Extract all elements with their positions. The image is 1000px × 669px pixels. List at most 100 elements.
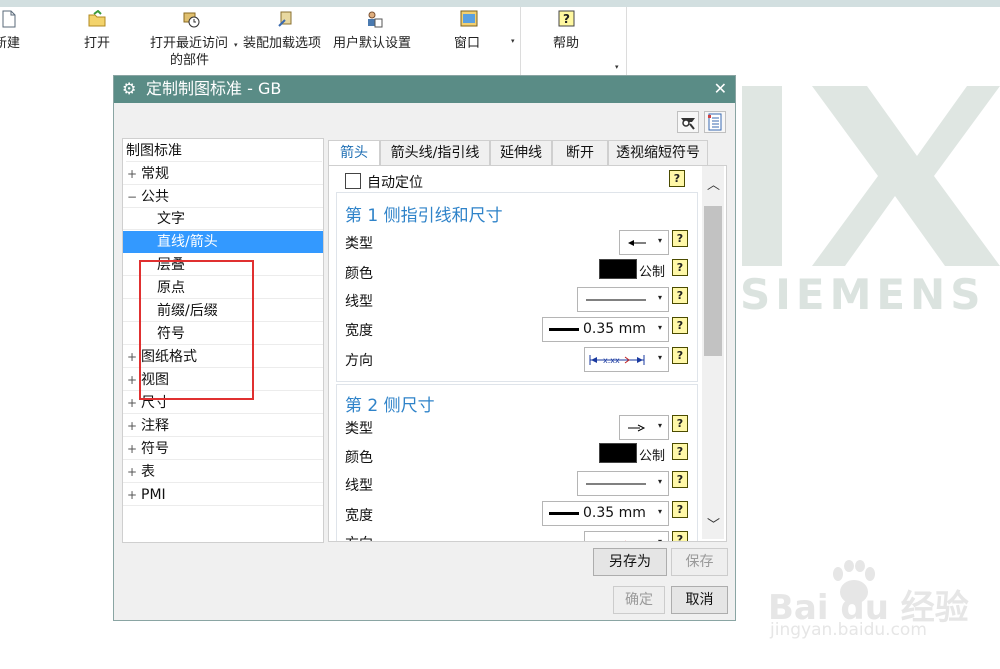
tree-item-text[interactable]: 文字 xyxy=(123,208,323,230)
expand-icon[interactable]: + xyxy=(127,346,137,368)
ribbon-expand-arrow-icon[interactable]: ▾ xyxy=(615,63,619,71)
width-value: 0.35 mm xyxy=(583,505,646,521)
open-label: 打开 xyxy=(84,36,111,51)
expand-icon[interactable]: + xyxy=(127,438,137,460)
tree-root[interactable]: 制图标准 xyxy=(126,140,322,162)
open-button[interactable]: 打开 xyxy=(82,7,116,75)
expand-icon[interactable]: + xyxy=(127,484,137,506)
tree-item-general[interactable]: + 常规 xyxy=(123,163,323,185)
help-icon[interactable]: ? xyxy=(672,347,688,364)
tab-arrow[interactable]: 箭头 xyxy=(328,140,380,167)
collapse-icon[interactable]: − xyxy=(127,186,137,208)
svg-text:x.xx: x.xx xyxy=(603,356,620,365)
color-label: 颜色 xyxy=(345,450,373,466)
help-icon[interactable]: ? xyxy=(672,501,688,518)
red-highlight-box xyxy=(139,260,254,400)
close-button[interactable]: ✕ xyxy=(714,79,727,99)
width-value: 0.35 mm xyxy=(583,321,646,337)
expand-icon[interactable]: + xyxy=(127,392,137,414)
siemens-watermark: SIEMENS xyxy=(740,270,986,319)
recent-parts-icon xyxy=(183,12,200,28)
help-icon[interactable]: ? xyxy=(672,317,688,334)
list-settings-button[interactable] xyxy=(704,111,726,133)
ribbon-separator xyxy=(626,7,627,75)
side1-leader-dimension-section: 第 1 侧指引线和尺寸 类型 ▾ ? 颜色 公制 ? 线型 ▾ ? 宽度 0.3… xyxy=(336,192,698,382)
siemens-nx-logo-icon xyxy=(742,86,1000,266)
assembly-load-icon xyxy=(278,11,292,27)
linetype-dropdown[interactable]: ▾ xyxy=(577,471,669,496)
direction-label: 方向 xyxy=(345,533,373,541)
help-icon[interactable]: ? xyxy=(672,230,688,247)
ok-button[interactable]: 确定 xyxy=(613,586,665,614)
tab-foreshortening-symbol[interactable]: 透视缩短符号 xyxy=(608,140,708,165)
dialog-title: 定制制图标准 - GB xyxy=(146,79,282,98)
help-icon[interactable]: ? xyxy=(672,415,688,432)
preview-toggle-button[interactable] xyxy=(677,111,699,133)
arrow-type-dropdown[interactable]: ▾ xyxy=(619,230,669,255)
tree-item-symbol[interactable]: + 符号 xyxy=(123,438,323,460)
chevron-up-icon[interactable]: ︿ xyxy=(707,174,720,193)
expand-icon[interactable]: + xyxy=(127,163,137,185)
help-icon[interactable]: ? xyxy=(672,443,688,460)
open-recent-label-2: 的部件 xyxy=(170,53,210,68)
linetype-dropdown[interactable]: ▾ xyxy=(577,287,669,312)
section-title: 第 2 侧尺寸 xyxy=(345,396,435,416)
help-icon[interactable]: ? xyxy=(672,259,688,276)
tree-item-pmi[interactable]: + PMI xyxy=(123,484,323,506)
solid-line-icon xyxy=(586,483,646,485)
dialog-title-bar[interactable]: ⚙ 定制制图标准 - GB ✕ xyxy=(114,76,735,103)
help-button[interactable]: ? 帮助 xyxy=(550,7,586,75)
open-recent-button[interactable]: 打开最近访问 的部件 ▾ xyxy=(148,7,238,75)
help-icon[interactable]: ? xyxy=(672,287,688,304)
tab-break[interactable]: 断开 xyxy=(552,140,608,165)
chevron-down-icon[interactable]: ﹀ xyxy=(707,514,720,533)
auto-position-checkbox[interactable] xyxy=(345,173,361,189)
arrow-type-dropdown[interactable]: ▾ xyxy=(619,415,669,440)
window-label: 窗口 xyxy=(454,36,481,51)
tree-item-label: 常规 xyxy=(141,166,169,182)
color-label: 颜色 xyxy=(345,266,373,282)
open-folder-icon xyxy=(88,10,106,27)
direction-dropdown[interactable]: ▾ xyxy=(584,531,669,542)
chevron-down-icon: ▾ xyxy=(657,507,662,516)
new-button[interactable]: 新建 xyxy=(0,7,30,75)
help-icon[interactable]: ? xyxy=(672,471,688,488)
ribbon-toolbar: 新建 打开 打开最近访问 的部件 ▾ 装配加载选项 用户默认设置 窗口 ▾ ? … xyxy=(0,7,1000,75)
tree-item-common[interactable]: − 公共 xyxy=(123,186,323,208)
open-arrow-right-icon xyxy=(628,424,646,432)
tree-item-table[interactable]: + 表 xyxy=(123,461,323,483)
color-swatch[interactable] xyxy=(599,259,637,279)
arrow-properties-panel: 自动定位 ? 第 1 侧指引线和尺寸 类型 ▾ ? 颜色 公制 ? 线型 ▾ ?… xyxy=(328,165,727,542)
tree-item-annotation[interactable]: + 注释 xyxy=(123,415,323,437)
window-dropdown-arrow-icon[interactable]: ▾ xyxy=(511,37,515,45)
save-button[interactable]: 保存 xyxy=(671,548,728,576)
tab-arrow-line-leader[interactable]: 箭头线/指引线 xyxy=(380,140,490,165)
scrollbar-thumb[interactable] xyxy=(704,206,722,356)
tab-extension-line[interactable]: 延伸线 xyxy=(490,140,552,165)
help-icon[interactable]: ? xyxy=(669,170,685,187)
save-as-button[interactable]: 另存为 xyxy=(593,548,667,576)
expand-icon[interactable]: + xyxy=(127,415,137,437)
expand-icon[interactable]: + xyxy=(127,461,137,483)
width-dropdown[interactable]: 0.35 mm ▾ xyxy=(542,317,669,342)
color-swatch[interactable] xyxy=(599,443,637,463)
chevron-down-icon: ▾ xyxy=(657,537,662,542)
thick-line-icon xyxy=(549,512,579,515)
chevron-down-icon: ▾ xyxy=(657,236,662,245)
side2-dimension-section: 第 2 侧尺寸 类型 ▾ ? 颜色 公制 ? 线型 ▾ ? 宽度 0.35 mm… xyxy=(336,384,698,542)
cancel-button[interactable]: 取消 xyxy=(671,586,728,614)
window-button[interactable]: 窗口 xyxy=(452,7,490,75)
width-dropdown[interactable]: 0.35 mm ▾ xyxy=(542,501,669,526)
tree-item-line-arrow[interactable]: 直线/箭头 xyxy=(123,231,323,253)
chevron-down-icon: ▾ xyxy=(657,421,662,430)
customize-drafting-standard-dialog: ⚙ 定制制图标准 - GB ✕ 制图标准 + 常规 − 公共 文字 直线/箭头 … xyxy=(113,75,736,621)
chevron-down-icon: ▾ xyxy=(657,353,662,362)
direction-dropdown[interactable]: x.xx ▾ xyxy=(584,347,669,372)
help-icon[interactable]: ? xyxy=(672,531,688,541)
user-defaults-button[interactable]: 用户默认设置 xyxy=(333,7,419,75)
expand-icon[interactable]: + xyxy=(127,369,137,391)
help-label: 帮助 xyxy=(553,36,580,51)
assembly-load-options-button[interactable]: 装配加载选项 xyxy=(243,7,331,75)
panel-scrollbar[interactable]: ︿ ﹀ xyxy=(702,166,724,539)
chevron-down-icon: ▾ xyxy=(657,293,662,302)
